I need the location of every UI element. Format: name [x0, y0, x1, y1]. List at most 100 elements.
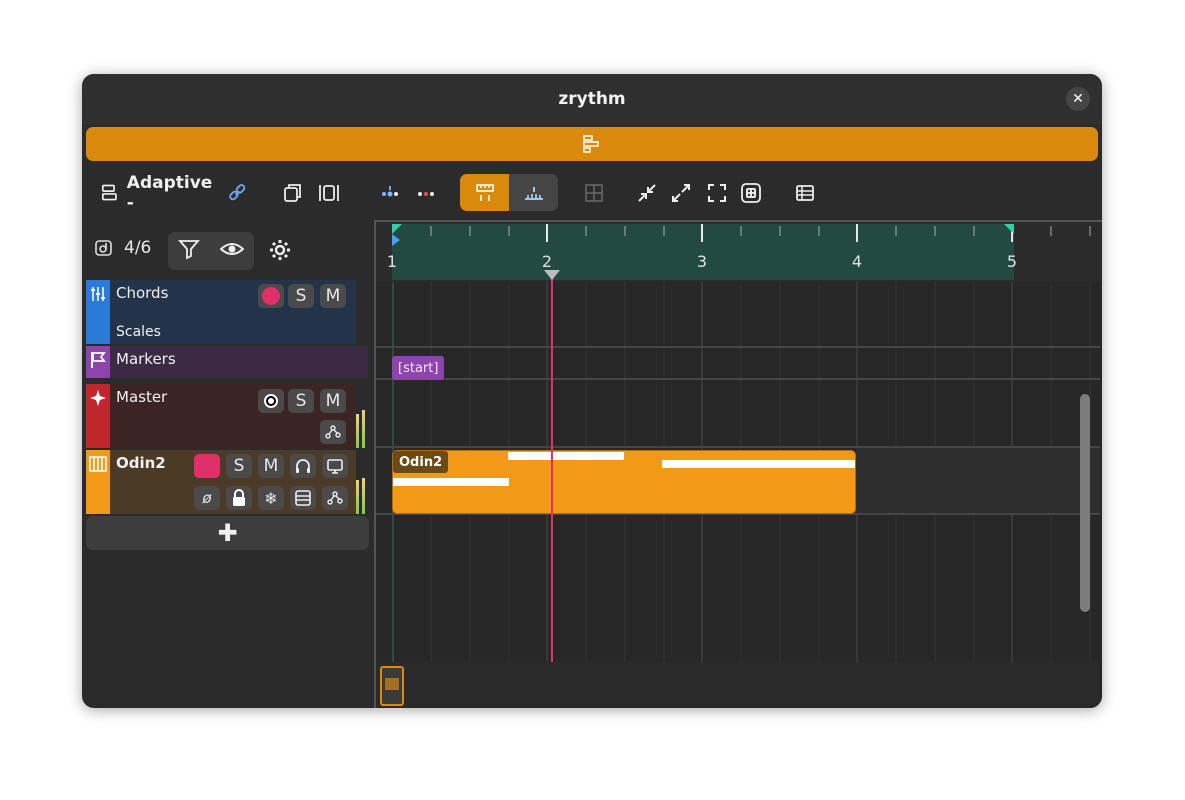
timeline-icon: [583, 135, 599, 153]
track-name: Master: [116, 388, 168, 406]
expand-icon: [672, 184, 690, 202]
eye-icon: [219, 243, 245, 255]
playhead-marker[interactable]: [544, 270, 560, 280]
monitor-icon: [264, 394, 278, 408]
minimap-thumb[interactable]: [380, 666, 404, 706]
level-meter-right: [362, 410, 365, 448]
phase-button[interactable]: ø: [194, 486, 220, 510]
midi-region[interactable]: Odin2: [392, 450, 856, 514]
snowflake-icon: ❄: [264, 488, 278, 508]
fullscreen-icon: [708, 184, 726, 202]
close-icon: ✕: [1072, 91, 1084, 107]
settings-button[interactable]: [268, 238, 292, 266]
odin2-lane-bg: [856, 448, 1100, 513]
duplicate-button[interactable]: [280, 175, 306, 211]
add-track-button[interactable]: ✚: [86, 516, 369, 550]
listen-button[interactable]: [290, 454, 316, 478]
lock-button[interactable]: [226, 486, 252, 510]
toolbar: Adaptive -: [82, 169, 1102, 219]
nudge-right-button[interactable]: [414, 175, 438, 211]
ruler-bar-2: 2: [541, 252, 553, 271]
record-icon: [262, 287, 280, 305]
arranger-grid: [392, 282, 1091, 662]
zoom-in-button[interactable]: [668, 175, 694, 211]
gear-icon: [270, 240, 290, 260]
ruler-bar-3: 3: [696, 252, 708, 271]
mute-button[interactable]: M: [320, 284, 346, 308]
track-color-strip: [86, 280, 110, 344]
duplicate-icon: [284, 184, 301, 202]
chord-icon: [91, 287, 105, 301]
marker-start[interactable]: [start]: [392, 356, 445, 380]
lanes-button[interactable]: [290, 486, 316, 510]
event-viewer-button[interactable]: [792, 175, 818, 211]
headphones-icon: [296, 459, 310, 473]
visibility-button[interactable]: [219, 238, 245, 264]
automation-button[interactable]: [322, 486, 348, 510]
random-button[interactable]: [738, 175, 764, 211]
fit-button[interactable]: [704, 175, 730, 211]
snap-to-events-toggle[interactable]: [509, 174, 558, 211]
track-color-strip: [86, 450, 110, 514]
grid-icon: [585, 184, 603, 202]
layout-selector[interactable]: Adaptive -: [100, 173, 248, 213]
lock-icon: [233, 489, 245, 506]
midi-note[interactable]: [393, 478, 509, 486]
automation-icon: [327, 491, 343, 505]
lane-divider: [376, 346, 1100, 348]
mute-button[interactable]: M: [320, 389, 346, 413]
display-icon: [327, 459, 343, 474]
ruler-ticks: [392, 224, 1091, 246]
solo-button[interactable]: S: [288, 284, 314, 308]
show-ui-button[interactable]: [322, 454, 348, 478]
nudge-left-button[interactable]: [378, 175, 402, 211]
track-color-strip: [86, 384, 110, 448]
arranger[interactable]: 1 2 3 4 5 [start] Odin2: [374, 220, 1102, 708]
track-name: Markers: [116, 350, 176, 368]
record-button[interactable]: [258, 284, 284, 308]
quantize-button[interactable]: [582, 175, 606, 211]
freeze-button[interactable]: ❄: [258, 486, 284, 510]
header-bar[interactable]: [86, 127, 1098, 161]
flag-icon: [91, 352, 106, 368]
close-button[interactable]: ✕: [1066, 87, 1090, 111]
track-subname: Scales: [116, 324, 161, 340]
filter-button[interactable]: [178, 238, 200, 264]
track-markers[interactable]: Markers: [86, 346, 368, 378]
zoom-out-button[interactable]: [634, 175, 660, 211]
midi-note[interactable]: [508, 452, 624, 460]
link-icon: [229, 184, 246, 201]
mute-button[interactable]: M: [258, 454, 284, 478]
app-window: zrythm ✕ Adaptive - 4/6 Chords Scales S …: [82, 74, 1102, 708]
snap-to-grid-toggle[interactable]: [460, 174, 509, 211]
nudge-left-icon: [382, 186, 398, 197]
automation-button[interactable]: [320, 420, 346, 444]
ruler-bar-1: 1: [386, 252, 398, 271]
track-chords[interactable]: Chords Scales S M: [86, 280, 356, 344]
track-odin2[interactable]: Odin2 S M ø ❄: [86, 450, 368, 514]
level-meter-right: [362, 478, 365, 514]
timeline-ruler[interactable]: 1 2 3 4 5: [376, 222, 1102, 282]
ruler-bar-5: 5: [1006, 252, 1018, 271]
track-master[interactable]: Master S M: [86, 384, 368, 448]
instrument-icon: [89, 456, 107, 472]
dice-icon: [741, 183, 761, 203]
snap-events-icon: [524, 186, 543, 200]
midi-note[interactable]: [662, 460, 855, 468]
solo-button[interactable]: S: [226, 454, 252, 478]
monitor-button[interactable]: [258, 389, 284, 413]
shrink-icon: [638, 184, 656, 202]
level-meter-left: [356, 480, 359, 514]
minimap[interactable]: [376, 662, 1100, 708]
tracklist-header: 4/6: [82, 224, 372, 280]
record-button[interactable]: [194, 454, 220, 478]
split-button[interactable]: [316, 175, 342, 211]
plus-icon: ✚: [217, 519, 238, 547]
region-label: Odin2: [393, 451, 449, 473]
solo-button[interactable]: S: [288, 389, 314, 413]
track-filter-group: [168, 232, 254, 270]
vertical-scrollbar[interactable]: [1080, 394, 1090, 612]
window-title: zrythm: [558, 89, 626, 109]
playhead[interactable]: [551, 270, 553, 662]
level-meter-left: [356, 414, 359, 448]
